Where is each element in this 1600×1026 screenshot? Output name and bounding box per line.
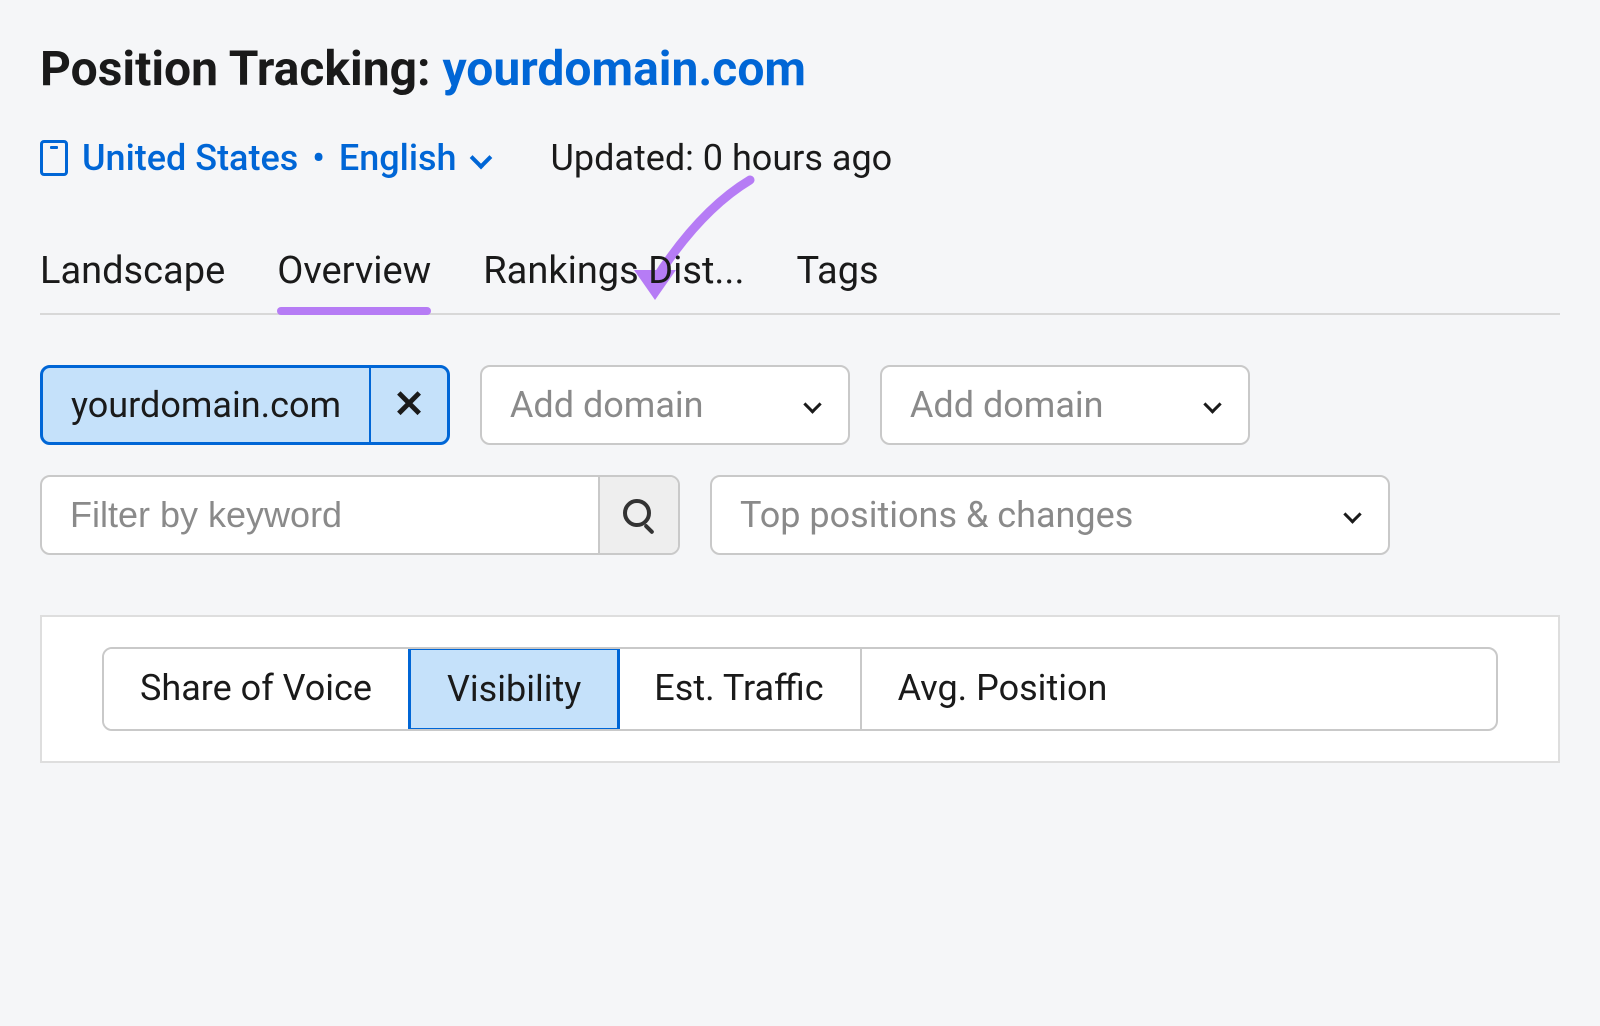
add-domain-1-dropdown[interactable]: Add domain — [480, 365, 850, 445]
metrics-panel: Share of Voice Visibility Est. Traffic A… — [40, 615, 1560, 763]
locale-separator: • — [312, 137, 325, 179]
add-domain-1-label: Add domain — [510, 384, 704, 426]
close-icon: ✕ — [393, 386, 425, 424]
domain-row: yourdomain.com ✕ Add domain Add domain — [40, 365, 1560, 445]
metrics-row: Share of Voice Visibility Est. Traffic A… — [102, 647, 1498, 731]
updated-timestamp: Updated: 0 hours ago — [551, 137, 893, 179]
domain-chip-selected: yourdomain.com ✕ — [40, 365, 450, 445]
page-title-prefix: Position Tracking: — [40, 40, 442, 97]
add-domain-2-dropdown[interactable]: Add domain — [880, 365, 1250, 445]
tab-rankings-dist[interactable]: Rankings Dist... — [483, 249, 744, 313]
positions-dropdown-label: Top positions & changes — [740, 494, 1133, 536]
page-title-domain-link[interactable]: yourdomain.com — [442, 40, 806, 97]
tab-landscape[interactable]: Landscape — [40, 249, 225, 313]
device-icon — [40, 140, 68, 176]
tab-tags[interactable]: Tags — [796, 249, 878, 313]
domain-chip-text: yourdomain.com — [43, 384, 369, 426]
filter-keyword-wrap — [40, 475, 680, 555]
chevron-down-icon — [1344, 507, 1360, 523]
metric-tab-share-of-voice[interactable]: Share of Voice — [104, 649, 410, 729]
tab-overview[interactable]: Overview — [277, 249, 431, 313]
chevron-down-icon — [471, 148, 491, 168]
domain-chip-close-button[interactable]: ✕ — [369, 368, 447, 442]
header-meta-row: United States • English Updated: 0 hours… — [40, 137, 1560, 179]
page-title: Position Tracking: yourdomain.com — [40, 40, 1560, 97]
add-domain-2-label: Add domain — [910, 384, 1104, 426]
tabs-row: Landscape Overview Rankings Dist... Tags — [40, 249, 1560, 315]
filter-keyword-input[interactable] — [42, 477, 598, 553]
metric-tab-visibility[interactable]: Visibility — [408, 647, 620, 731]
metric-tab-avg-position[interactable]: Avg. Position — [862, 649, 1144, 729]
positions-changes-dropdown[interactable]: Top positions & changes — [710, 475, 1390, 555]
filter-search-button[interactable] — [598, 477, 678, 553]
locale-country: United States — [82, 137, 298, 179]
chevron-down-icon — [1204, 397, 1220, 413]
search-icon — [623, 499, 655, 531]
filter-row: Top positions & changes — [40, 475, 1560, 555]
locale-language: English — [339, 137, 457, 179]
locale-selector[interactable]: United States • English — [40, 137, 491, 179]
metric-tab-est-traffic[interactable]: Est. Traffic — [618, 649, 861, 729]
chevron-down-icon — [804, 397, 820, 413]
